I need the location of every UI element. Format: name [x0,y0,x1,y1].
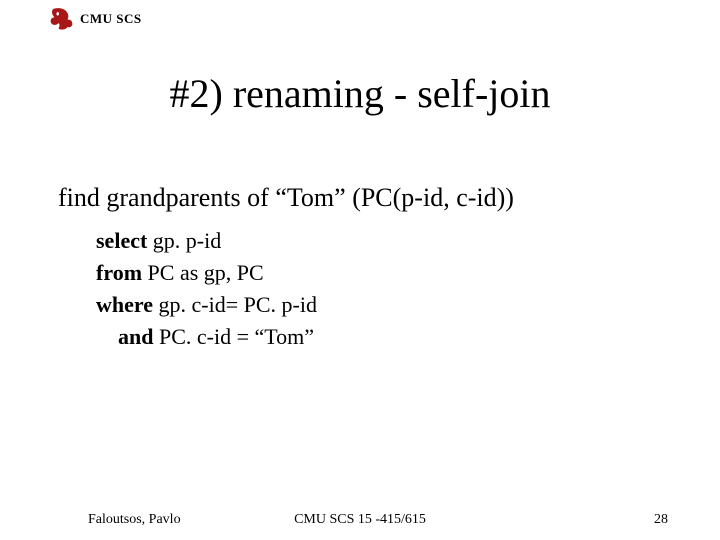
cmu-griffin-icon [48,6,74,32]
keyword-and: and [118,324,153,349]
description-text: find grandparents of “Tom” (PC(p-id, c-i… [58,183,514,213]
keyword-from: from [96,260,142,285]
keyword-select: select [96,228,147,253]
footer-page-number: 28 [654,512,668,528]
sql-where-line: where gp. c-id= PC. p-id [96,289,317,321]
slide-header: CMU SCS [48,6,142,32]
keyword-where: where [96,292,153,317]
sql-select-line: select gp. p-id [96,225,317,257]
where-body: gp. c-id= PC. p-id [153,292,317,317]
sql-from-line: from PC as gp, PC [96,257,317,289]
sql-block: select gp. p-id from PC as gp, PC where … [96,225,317,353]
sql-and-line: and PC. c-id = “Tom” [96,321,317,353]
slide-title: #2) renaming - self-join [0,70,720,117]
header-label: CMU SCS [80,11,142,27]
select-body: gp. p-id [147,228,221,253]
footer-course: CMU SCS 15 -415/615 [0,512,720,528]
and-body: PC. c-id = “Tom” [153,324,314,349]
from-body: PC as gp, PC [142,260,264,285]
